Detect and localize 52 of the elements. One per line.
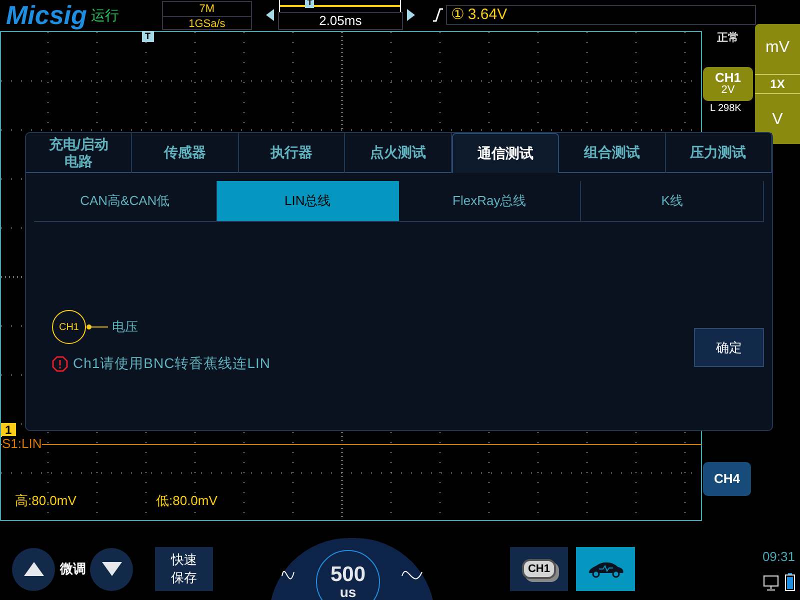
category-tab[interactable]: 压力测试 bbox=[666, 133, 772, 173]
memory-depth: 7M bbox=[199, 2, 215, 16]
left-arrow-icon[interactable] bbox=[266, 9, 274, 21]
category-tab[interactable]: 通信测试 bbox=[452, 133, 560, 173]
acquire-mode: 正常 bbox=[717, 30, 739, 46]
channel-marker: 1 bbox=[1, 423, 16, 437]
bus-tab[interactable]: FlexRay总线 bbox=[398, 181, 582, 221]
leader-line bbox=[86, 324, 108, 330]
timebase-unit: us bbox=[340, 585, 356, 599]
high-level-reading: 高:80.0mV bbox=[15, 492, 76, 510]
unit-option[interactable]: mV bbox=[766, 36, 790, 60]
channel-stack-icon: CH1 bbox=[522, 558, 556, 580]
run-state: 运行 bbox=[90, 6, 119, 24]
trigger-source: ① bbox=[450, 4, 464, 25]
right-arrow-icon[interactable] bbox=[406, 9, 415, 21]
timebase-dial[interactable]: 500 us bbox=[269, 538, 435, 600]
probe-channel: CH1 bbox=[52, 310, 86, 344]
measure-label: 电压 bbox=[112, 318, 138, 336]
trigger-level: 3.64V bbox=[468, 4, 508, 25]
category-tab[interactable]: 执行器 bbox=[238, 133, 346, 173]
clock: 09:31 bbox=[762, 548, 795, 566]
unit-selector[interactable]: mV 1X V bbox=[755, 24, 800, 144]
category-tab[interactable]: 传感器 bbox=[132, 133, 239, 173]
brand-logo: Micsig bbox=[6, 2, 87, 28]
fine-tune-label: 微调 bbox=[60, 560, 86, 578]
car-mode-button[interactable] bbox=[576, 547, 635, 591]
down-triangle-icon bbox=[102, 562, 122, 576]
monitor-icon bbox=[763, 574, 779, 591]
battery-icon bbox=[785, 572, 795, 591]
unit-option[interactable]: V bbox=[772, 108, 783, 132]
channel-stack-button[interactable]: CH1 bbox=[510, 547, 568, 591]
impedance-label: L 298K bbox=[710, 102, 742, 116]
quick-save-button[interactable]: 快速保存 bbox=[155, 547, 213, 591]
rising-edge-icon bbox=[432, 8, 443, 22]
category-tab[interactable]: 组合测试 bbox=[559, 133, 666, 173]
channel-button[interactable]: CH1 2V bbox=[703, 67, 753, 101]
trigger-marker: T bbox=[142, 31, 154, 42]
time-offset: 2.05ms bbox=[278, 12, 403, 30]
sample-rate: 1GSa/s bbox=[162, 16, 251, 30]
low-level-reading: 低:80.0mV bbox=[156, 492, 218, 510]
up-button[interactable] bbox=[12, 548, 55, 590]
warning-icon bbox=[52, 356, 68, 372]
down-button[interactable] bbox=[90, 548, 133, 590]
category-tab[interactable]: 充电/启动电路 bbox=[26, 133, 132, 173]
up-triangle-icon bbox=[24, 562, 44, 576]
bus-tab[interactable]: K线 bbox=[581, 181, 764, 221]
ch4-button[interactable]: CH4 bbox=[703, 462, 751, 496]
bus-tab[interactable]: LIN总线 bbox=[216, 181, 398, 221]
warning-text: Ch1请使用BNC转香蕉线连LIN bbox=[73, 354, 271, 373]
timebase-value: 500 bbox=[330, 565, 366, 585]
car-icon bbox=[586, 560, 624, 578]
confirm-button[interactable]: 确定 bbox=[694, 328, 764, 367]
